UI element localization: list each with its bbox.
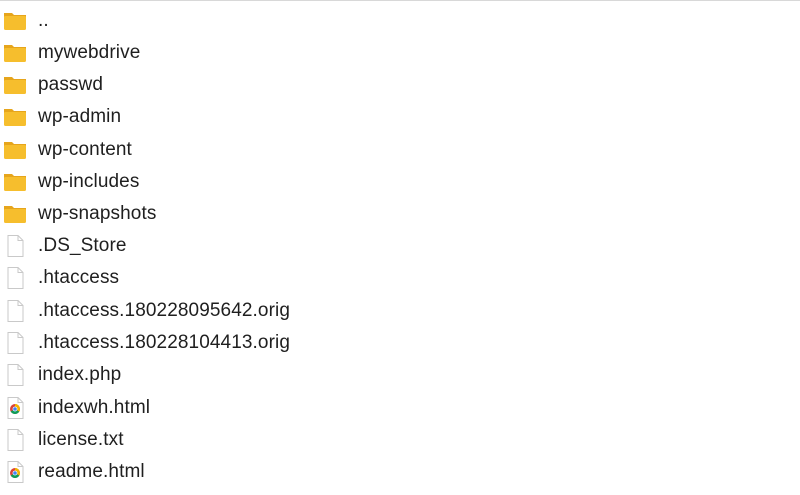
file-name: wp-snapshots [38, 203, 157, 224]
document-icon [7, 364, 24, 386]
folder-icon [4, 174, 26, 191]
file-name: wp-admin [38, 106, 122, 127]
file-row-parent[interactable]: .. [0, 5, 800, 37]
file-row-wp-includes[interactable]: wp-includes [0, 166, 800, 198]
folder-icon [4, 109, 26, 126]
file-name: wp-content [38, 139, 132, 160]
file-list: .. mywebdrive passwd wp-admin wp-content… [0, 0, 800, 495]
folder-icon [4, 206, 26, 223]
file-name: .. [38, 10, 49, 31]
document-icon [7, 332, 24, 354]
folder-icon [4, 77, 26, 94]
folder-icon [4, 13, 26, 30]
file-name: index.php [38, 364, 122, 385]
file-row-htaccess[interactable]: .htaccess [0, 262, 800, 294]
document-icon [7, 300, 24, 322]
file-row-indexwh-html[interactable]: indexwh.html [0, 392, 800, 424]
document-icon [7, 235, 24, 257]
file-name: wp-includes [38, 171, 140, 192]
document-icon [7, 267, 24, 289]
file-name: readme.html [38, 461, 145, 482]
file-name: .DS_Store [38, 235, 127, 256]
chrome-document-icon [7, 461, 24, 483]
chrome-document-icon [7, 397, 24, 419]
file-name: .htaccess.180228095642.orig [38, 300, 291, 321]
file-name: mywebdrive [38, 42, 141, 63]
file-row-htaccess-orig-2[interactable]: .htaccess.180228104413.orig [0, 327, 800, 359]
file-row-wp-snapshots[interactable]: wp-snapshots [0, 198, 800, 230]
document-icon [7, 429, 24, 451]
file-row-passwd[interactable]: passwd [0, 69, 800, 101]
file-row-license-txt[interactable]: license.txt [0, 424, 800, 456]
file-name: .htaccess.180228104413.orig [38, 332, 291, 353]
file-row-ds-store[interactable]: .DS_Store [0, 230, 800, 262]
file-row-readme-html[interactable]: readme.html [0, 456, 800, 488]
folder-icon [4, 45, 26, 62]
file-row-mywebdrive[interactable]: mywebdrive [0, 37, 800, 69]
file-name: indexwh.html [38, 397, 151, 418]
file-name: license.txt [38, 429, 124, 450]
file-name: .htaccess [38, 267, 120, 288]
folder-icon [4, 142, 26, 159]
file-row-wp-content[interactable]: wp-content [0, 134, 800, 166]
file-name: passwd [38, 74, 104, 95]
file-row-wp-admin[interactable]: wp-admin [0, 101, 800, 133]
file-row-index-php[interactable]: index.php [0, 359, 800, 391]
file-row-htaccess-orig-1[interactable]: .htaccess.180228095642.orig [0, 295, 800, 327]
